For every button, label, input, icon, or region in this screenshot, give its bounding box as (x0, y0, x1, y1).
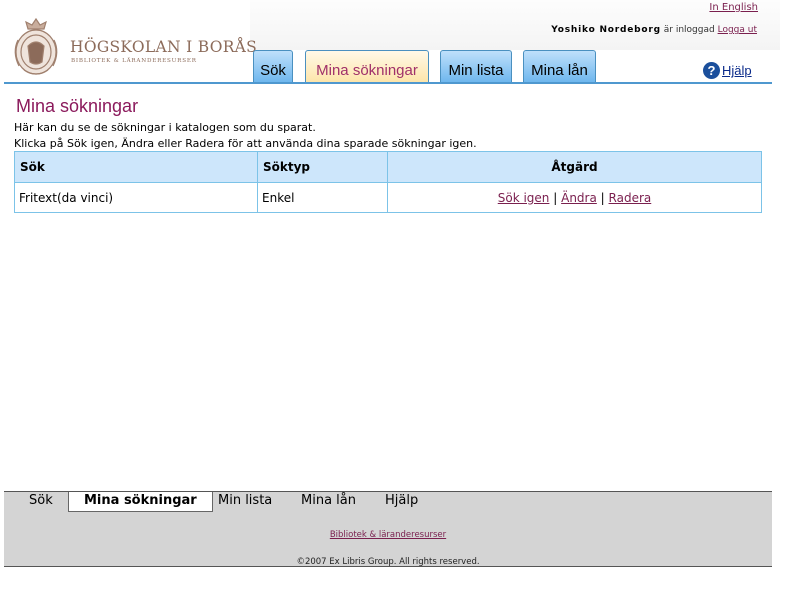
footer-link-row: Bibliotek & läranderesurser (4, 530, 772, 540)
footer: Sök Mina sökningar Min lista Mina lån Hj… (4, 491, 772, 567)
footer-tab-sok[interactable]: Sök (29, 492, 53, 512)
column-header-soktyp: Söktyp (257, 151, 388, 183)
column-header-atgard: Åtgärd (387, 151, 762, 183)
footer-tab-mina-lan[interactable]: Mina lån (301, 492, 356, 512)
actions-cell: Sök igen | Ändra | Radera (387, 182, 762, 213)
delete-link[interactable]: Radera (609, 191, 652, 205)
logo-title: HÖGSKOLAN I BORÅS (70, 38, 258, 56)
footer-tab-min-lista[interactable]: Min lista (218, 492, 272, 512)
tab-min-lista[interactable]: Min lista (440, 50, 512, 82)
page-title: Mina sökningar (16, 96, 139, 116)
user-status-line: Yoshiko Nordeborg är inloggad Logga ut (551, 25, 757, 35)
header-divider (4, 82, 772, 84)
intro-text: Här kan du se de sökningar i katalogen s… (14, 121, 316, 134)
user-name: Yoshiko Nordeborg (551, 25, 661, 35)
header: HÖGSKOLAN I BORÅS BIBLIOTEK & LÄRANDERES… (0, 0, 785, 84)
help-link[interactable]: Hjälp (722, 63, 752, 78)
intro-text: Klicka på Sök igen, Ändra eller Radera f… (14, 137, 477, 150)
library-link[interactable]: Bibliotek & läranderesurser (330, 530, 446, 540)
search-again-link[interactable]: Sök igen (498, 191, 550, 205)
action-separator: | (553, 190, 558, 205)
help-icon[interactable]: ? (703, 62, 720, 80)
login-status: är inloggad (663, 25, 715, 35)
crest-icon (14, 17, 58, 75)
logout-link[interactable]: Logga ut (718, 25, 757, 35)
search-query-cell: Fritext(da vinci) (14, 182, 258, 213)
edit-link[interactable]: Ändra (561, 191, 597, 205)
tab-mina-sokningar[interactable]: Mina sökningar (305, 50, 429, 83)
footer-tab-hjalp[interactable]: Hjälp (385, 492, 418, 512)
footer-tab-mina-sokningar[interactable]: Mina sökningar (68, 492, 213, 512)
help-area[interactable]: ? Hjälp (703, 62, 752, 80)
tab-sok[interactable]: Sök (253, 50, 293, 82)
column-header-sok: Sök (14, 151, 258, 183)
table-header-row: Sök Söktyp Åtgärd (14, 151, 762, 183)
table-row: Fritext(da vinci) Enkel Sök igen | Ändra… (14, 182, 762, 213)
copyright: ©2007 Ex Libris Group. All rights reserv… (296, 557, 480, 567)
tab-mina-lan[interactable]: Mina lån (523, 50, 596, 82)
saved-searches-table: Sök Söktyp Åtgärd Fritext(da vinci) Enke… (14, 151, 762, 213)
logo[interactable]: HÖGSKOLAN I BORÅS BIBLIOTEK & LÄRANDERES… (10, 16, 257, 78)
language-link[interactable]: In English (709, 2, 758, 13)
search-type-cell: Enkel (257, 182, 388, 213)
action-separator: | (600, 190, 605, 205)
logo-subtitle: BIBLIOTEK & LÄRANDERESURSER (71, 58, 197, 64)
